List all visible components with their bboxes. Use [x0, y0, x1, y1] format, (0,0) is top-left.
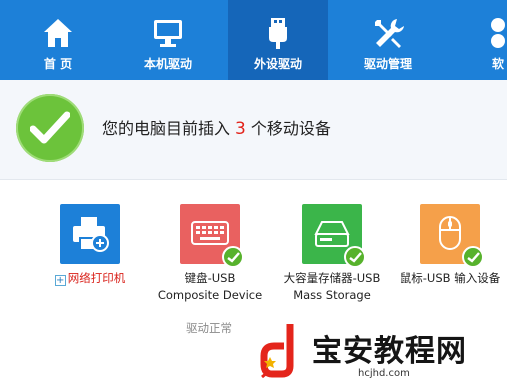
monitor-icon: [154, 20, 182, 47]
watermark-url: hcjhd.com: [358, 368, 410, 379]
nav-label-peripheral-drivers: 外设驱动: [253, 57, 302, 71]
nav-label-driver-management: 驱动管理: [363, 57, 412, 71]
device-network-printer[interactable]: + 网络打印机: [20, 204, 160, 287]
keyboard-icon: [180, 204, 244, 268]
nav-item-home[interactable]: 首 页: [8, 0, 108, 80]
top-nav: 首 页 本机驱动 外设驱动 驱动管理 软: [0, 0, 507, 80]
status-message: 您的电脑目前插入 3 个移动设备: [102, 118, 331, 140]
nav-item-software[interactable]: 软: [448, 0, 507, 80]
device-label: 鼠标-USB 输入设备: [399, 271, 501, 285]
tools-icon: [375, 19, 404, 48]
watermark-logo-icon: [260, 324, 294, 378]
nav-label-software: 软: [491, 57, 504, 71]
device-keyboard[interactable]: 键盘-USB Composite Device: [140, 204, 280, 304]
device-count: 3: [235, 119, 246, 139]
nav-item-peripheral-drivers[interactable]: 外设驱动: [228, 0, 328, 80]
nav-label-local-drivers: 本机驱动: [143, 57, 192, 71]
status-banner: 您的电脑目前插入 3 个移动设备: [0, 80, 507, 180]
success-check-icon: [16, 94, 84, 162]
nav-item-driver-management[interactable]: 驱动管理: [338, 0, 438, 80]
software-icon: [491, 18, 505, 48]
storage-drive-icon: [302, 204, 366, 268]
expand-plus-icon[interactable]: +: [54, 275, 66, 286]
nav-label-home: 首 页: [43, 57, 73, 71]
device-mouse[interactable]: 鼠标-USB 输入设备: [380, 204, 507, 287]
ok-check-icon: [222, 246, 244, 268]
watermark: 宝安教程网 hcjhd.com: [254, 318, 507, 386]
status-suffix: 个移动设备: [250, 119, 331, 138]
nav-item-local-drivers[interactable]: 本机驱动: [118, 0, 218, 80]
device-label: 键盘-USB Composite Device: [157, 271, 263, 302]
usb-icon: [269, 18, 287, 49]
home-icon: [44, 19, 72, 47]
printer-add-icon: [60, 204, 120, 264]
ok-check-icon: [344, 246, 366, 268]
drivers-ok-note: 驱动正常: [186, 321, 232, 335]
mouse-icon: [420, 204, 484, 268]
status-prefix: 您的电脑目前插入: [102, 119, 231, 138]
device-label: + 网络打印机: [54, 271, 126, 286]
ok-check-icon: [462, 246, 484, 268]
watermark-title: 宝安教程网: [312, 334, 467, 369]
